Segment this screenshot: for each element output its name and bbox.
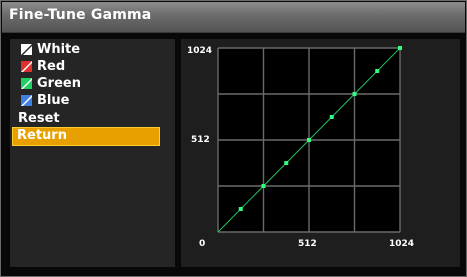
menu-item-label: Return — [17, 128, 67, 143]
gamma-control-point[interactable] — [329, 115, 334, 119]
gamma-control-point[interactable] — [284, 161, 289, 165]
gamma-control-point[interactable] — [261, 184, 266, 188]
gamma-control-point[interactable] — [375, 69, 380, 73]
menu-item-label: Red — [37, 59, 66, 74]
white-swatch-icon — [21, 44, 32, 55]
gamma-control-point[interactable] — [398, 46, 402, 50]
menu-item-red[interactable]: Red — [13, 58, 161, 75]
gamma-curve-plot[interactable] — [181, 39, 460, 267]
menu-item-reset[interactable]: Reset — [13, 110, 161, 127]
gamma-control-point[interactable] — [238, 207, 243, 211]
green-swatch-icon — [21, 78, 32, 89]
menu-item-white[interactable]: White — [13, 41, 161, 58]
menu-item-label: Reset — [18, 111, 60, 126]
channel-menu: White Red Green Blue Reset Return — [10, 39, 175, 267]
menu-item-label: Green — [37, 76, 81, 91]
menu-item-label: Blue — [37, 93, 70, 108]
gamma-control-point[interactable] — [307, 138, 311, 142]
window-title: Fine-Tune Gamma — [9, 7, 152, 23]
gamma-control-point[interactable] — [352, 92, 357, 96]
menu-item-return[interactable]: Return — [12, 127, 160, 146]
red-swatch-icon — [21, 61, 32, 72]
menu-item-green[interactable]: Green — [13, 75, 161, 92]
fine-tune-gamma-window: Fine-Tune Gamma White Red Green Blue Res… — [0, 0, 467, 277]
blue-swatch-icon — [21, 95, 32, 106]
menu-item-label: White — [37, 42, 81, 57]
title-bar: Fine-Tune Gamma — [2, 2, 465, 33]
gamma-graph: 1024 512 0 512 1024 — [181, 39, 460, 267]
menu-item-blue[interactable]: Blue — [13, 92, 161, 109]
